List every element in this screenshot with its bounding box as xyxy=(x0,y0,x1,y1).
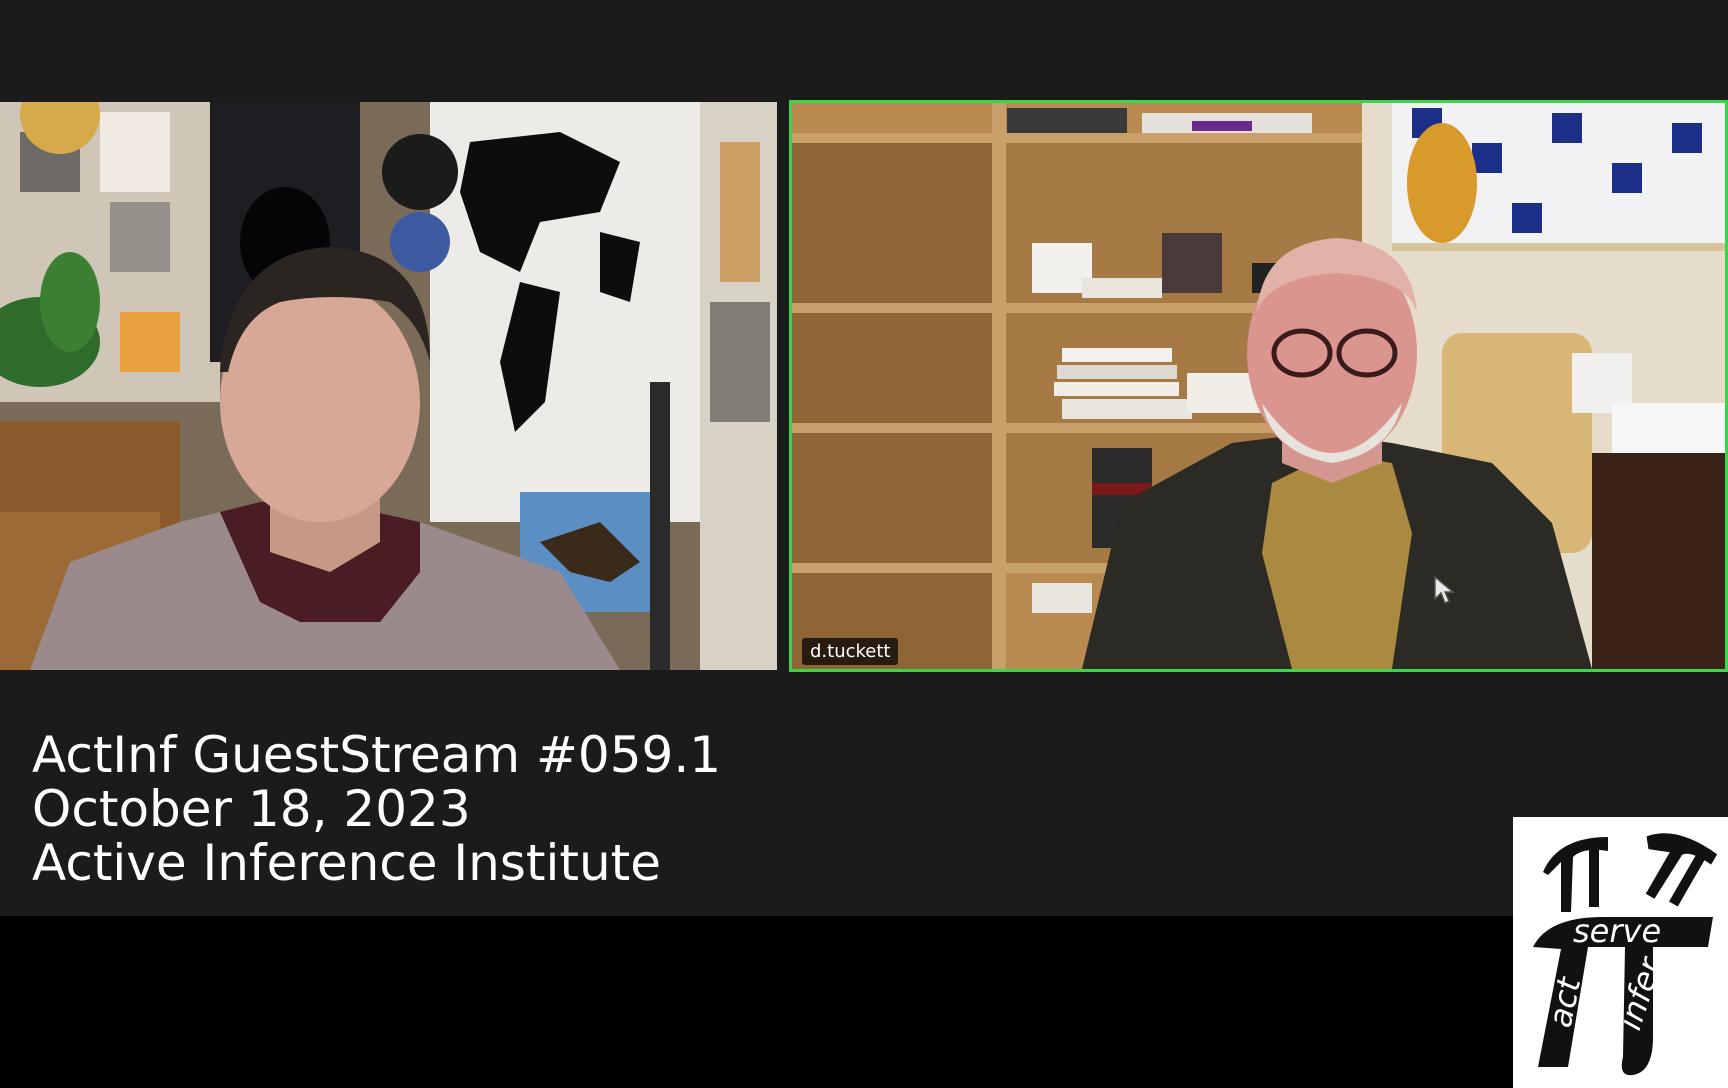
pi-logo-graphic: serve act infer xyxy=(1533,833,1718,1076)
video-frame-right xyxy=(792,103,1725,669)
participant-name-label: d.tuckett xyxy=(802,638,899,665)
stream-title: ActInf GuestStream #059.1 xyxy=(32,726,722,784)
participant-video-tile-left[interactable] xyxy=(0,102,777,670)
stream-date: October 18, 2023 xyxy=(32,780,471,838)
bottom-band xyxy=(0,916,1728,1088)
top-band xyxy=(0,0,1728,100)
organization-name: Active Inference Institute xyxy=(32,834,662,892)
logo-word-infer: infer xyxy=(1610,951,1669,1034)
participant-video-tile-right[interactable]: d.tuckett xyxy=(789,100,1728,672)
mouse-cursor-icon xyxy=(1434,575,1455,605)
video-frame-left xyxy=(0,102,777,670)
stream-caption: ActInf GuestStream #059.1 October 18, 20… xyxy=(32,728,721,890)
logo-word-act: act xyxy=(1541,973,1589,1031)
institute-logo: serve act infer xyxy=(1513,817,1728,1088)
logo-word-serve: serve xyxy=(1573,912,1661,950)
